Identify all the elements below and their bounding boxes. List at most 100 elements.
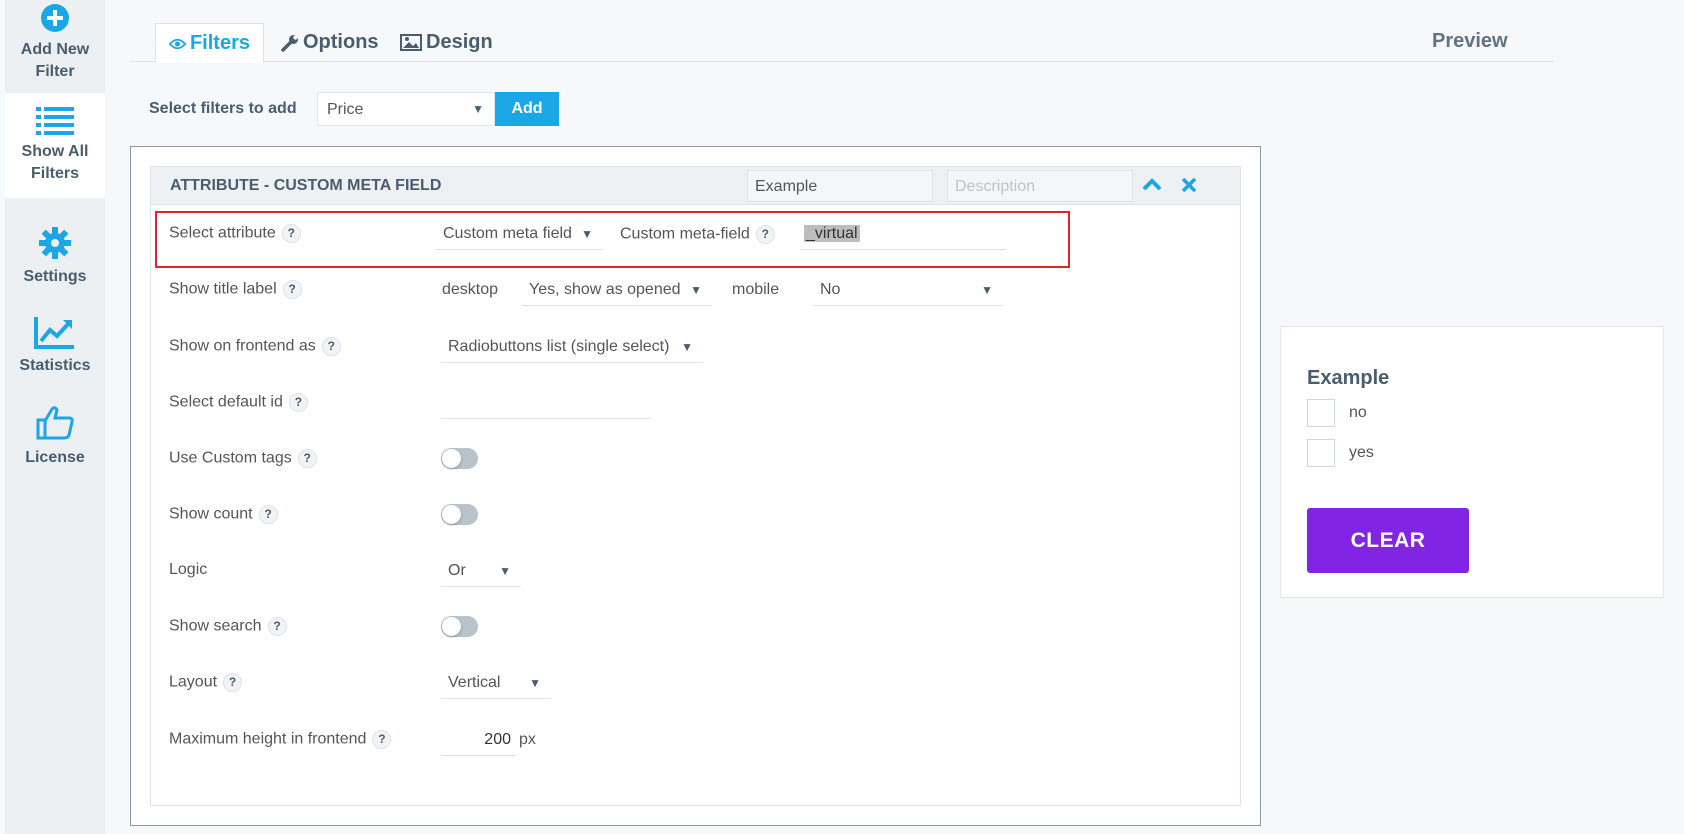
row-max-height: Maximum height in frontend? 200 px [169,725,1209,756]
help-icon[interactable]: ? [755,225,775,244]
row-show-title-label: Show title label? desktop Yes, show as o… [169,275,1209,306]
meta-field-value: _virtual [804,225,860,242]
help-icon[interactable]: ? [223,673,243,692]
row-label: Show on frontend as [169,337,316,355]
max-height-input[interactable]: 200 [441,725,515,756]
default-id-input[interactable] [441,388,651,419]
remove-filter-button[interactable] [1179,174,1199,202]
row-label: Show search [169,617,262,635]
logic-select[interactable]: Or ▼ [441,556,521,587]
add-filter-label: Select filters to add [149,100,297,117]
chart-line-icon [34,317,74,349]
caret-down-icon: ▼ [681,340,693,354]
custom-tags-toggle[interactable] [441,448,478,469]
caret-down-icon: ▼ [472,102,484,116]
sidebar-item-label: Show All [21,143,89,160]
sidebar-item-label: Filter [35,63,75,80]
sidebar-item-label: Statistics [19,357,91,374]
desktop-label: desktop [442,281,499,298]
row-select-attribute: Select attribute? Custom meta field ▼ Cus… [169,219,1209,250]
preview-option[interactable]: no [1307,399,1367,427]
collapse-button[interactable] [1141,174,1163,202]
show-search-toggle[interactable] [441,616,478,637]
caret-down-icon: ▼ [529,676,541,690]
meta-field-label-wrap: Custom meta-field? [620,225,775,244]
row-label: Use Custom tags [169,449,292,467]
preview-option-label: yes [1349,444,1374,461]
select-value: No [820,281,841,298]
tab-label: Filters [189,32,250,54]
help-icon[interactable]: ? [372,730,392,749]
filter-name-input[interactable]: Example [747,170,933,202]
sidebar: Add New Filter Show All Filters Settings… [5,0,105,834]
plus-circle-icon [41,4,69,32]
filter-panel-title: ATTRIBUTE - CUSTOM META FIELD [170,177,442,194]
toggle-knob [442,617,461,636]
eye-icon [169,38,186,50]
image-icon [400,34,422,51]
row-default-id: Select default id? [169,388,1209,419]
row-label: Maximum height in frontend [169,730,367,748]
sidebar-item-license[interactable]: License [5,402,105,482]
layout-select[interactable]: Vertical ▼ [441,668,551,699]
meta-field-input[interactable]: _virtual [800,219,1006,250]
row-label: Show count [169,505,253,523]
row-label: Logic [169,561,208,578]
row-label: Show title label [169,280,277,298]
frontend-type-select[interactable]: Radiobuttons list (single select) ▼ [441,332,703,363]
add-button[interactable]: Add [495,92,559,126]
clear-button[interactable]: CLEAR [1307,508,1469,573]
tab-label: Design [426,31,493,53]
tab-options[interactable]: Options [268,23,392,62]
help-icon[interactable]: ? [297,449,317,468]
show-count-toggle[interactable] [441,504,478,525]
sidebar-item-label: Settings [23,268,87,285]
help-icon[interactable]: ? [288,393,308,412]
title-label-desktop-select[interactable]: Yes, show as opened ▼ [522,275,712,306]
sidebar-item-show-all-filters[interactable]: Show All Filters [5,93,105,198]
tab-bar: Filters Options Design [130,0,1554,63]
tab-design[interactable]: Design [387,23,506,62]
filter-panel-header: ATTRIBUTE - CUSTOM META FIELD Example De… [151,167,1240,205]
row-show-count: Show count? [169,500,1209,530]
filter-description-input[interactable]: Description [947,170,1133,202]
sidebar-item-statistics[interactable]: Statistics [5,310,105,390]
help-icon[interactable]: ? [267,617,287,636]
title-label-mobile-select[interactable]: No ▼ [813,275,1003,306]
help-icon[interactable]: ? [258,505,278,524]
select-value: Or [448,562,466,579]
caret-down-icon: ▼ [690,283,702,297]
mobile-label: mobile [732,281,780,298]
chevron-up-icon [1142,178,1162,191]
preview-option[interactable]: yes [1307,439,1374,467]
sidebar-item-settings[interactable]: Settings [5,212,105,292]
caret-down-icon: ▼ [981,283,993,297]
unit-label: px [519,731,536,748]
select-value: Vertical [448,674,501,691]
checkbox[interactable] [1307,439,1335,467]
list-icon [36,107,74,135]
toggle-knob [442,449,461,468]
row-show-on-frontend: Show on frontend as? Radiobuttons list (… [169,332,1209,363]
tab-label: Options [303,31,379,53]
row-label: Layout [169,673,218,691]
preview-title: Preview [1432,30,1508,52]
meta-field-label: Custom meta-field [620,225,750,243]
row-label: Select default id [169,393,283,411]
thumbs-up-icon [36,406,74,440]
checkbox[interactable] [1307,399,1335,427]
sidebar-item-add-new-filter[interactable]: Add New Filter [5,0,105,93]
attribute-select[interactable]: Custom meta field ▼ [436,219,603,250]
filter-type-select[interactable]: Price ▼ [317,92,495,126]
row-show-search: Show search? [169,612,1209,642]
tab-filters[interactable]: Filters [155,23,264,63]
preview-option-label: no [1349,404,1367,421]
row-custom-tags: Use Custom tags? [169,444,1209,474]
select-value: Radiobuttons list (single select) [448,338,670,355]
row-label: Select attribute [169,224,276,242]
help-icon[interactable]: ? [282,280,302,299]
help-icon[interactable]: ? [281,224,301,243]
help-icon[interactable]: ? [321,337,341,356]
caret-down-icon: ▼ [499,564,511,578]
add-filter-row: Select filters to add Price ▼ Add [149,92,559,126]
